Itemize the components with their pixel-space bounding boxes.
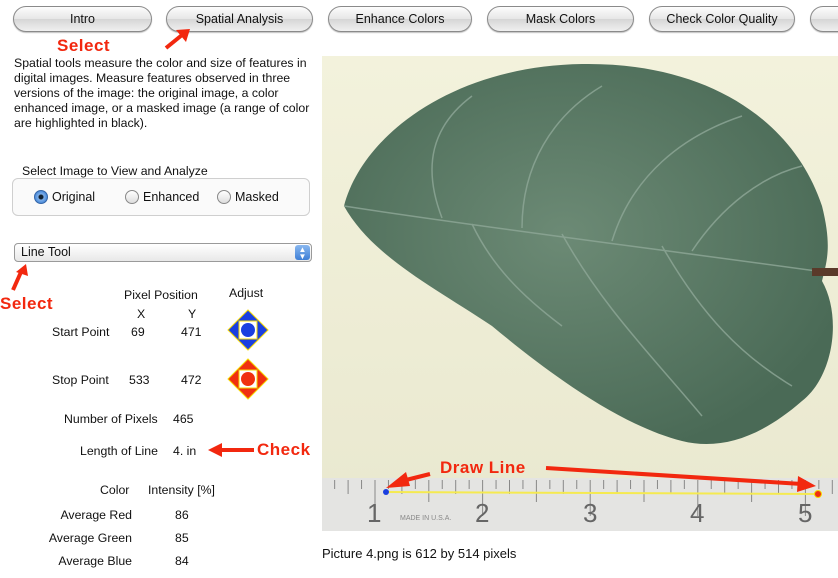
y-label: Y — [188, 307, 197, 321]
tab-more[interactable] — [810, 6, 838, 32]
start-point-label: Start Point — [52, 325, 110, 339]
radio-label: Original — [52, 190, 96, 204]
number-of-pixels-label: Number of Pixels — [64, 412, 158, 426]
length-of-line-label: Length of Line — [80, 444, 158, 458]
annotation-arrow-icon — [208, 443, 254, 457]
ruler-made-in-usa: MADE IN U.S.A. — [400, 515, 451, 522]
pixel-position-label: Pixel Position — [124, 288, 198, 302]
annotation-check: Check — [257, 440, 311, 459]
tab-intro[interactable]: Intro — [13, 6, 152, 32]
annotation-select-tab: Select — [57, 36, 111, 55]
radio-label: Masked — [235, 190, 279, 204]
annotation-arrow-icon — [164, 29, 190, 50]
average-green-label: Average Green — [48, 531, 132, 545]
image-select-group: Original Enhanced Masked — [12, 178, 310, 216]
radio-button[interactable] — [34, 190, 48, 204]
updown-arrows-icon: ▲ ▼ — [295, 245, 310, 261]
ruler-number: 1 — [367, 498, 381, 528]
tab-check-color-quality[interactable]: Check Color Quality — [649, 6, 795, 32]
average-blue-label: Average Blue — [58, 554, 132, 568]
ruler-number: 5 — [798, 498, 812, 528]
start-x-value: 69 — [131, 325, 145, 339]
image-select-label: Select Image to View and Analyze — [22, 164, 208, 178]
radio-button[interactable] — [217, 190, 231, 204]
radio-label: Enhanced — [143, 190, 200, 204]
average-red-value: 86 — [175, 508, 189, 522]
image-caption: Picture 4.png is 612 by 514 pixels — [322, 546, 517, 561]
number-of-pixels-value: 465 — [173, 412, 194, 426]
radio-original[interactable]: Original — [34, 190, 95, 204]
tool-select[interactable]: Line Tool ▲ ▼ — [14, 243, 312, 262]
radio-masked[interactable]: Masked — [217, 190, 279, 204]
leaf-stem — [812, 268, 838, 276]
stop-x-value: 533 — [129, 373, 150, 387]
annotation-select-tool: Select — [0, 294, 54, 313]
stop-y-value: 472 — [181, 373, 202, 387]
tab-enhance-colors[interactable]: Enhance Colors — [328, 6, 472, 32]
description-text: Spatial tools measure the color and size… — [14, 56, 310, 130]
x-label: X — [137, 307, 146, 321]
radio-button[interactable] — [125, 190, 139, 204]
average-blue-value: 84 — [175, 554, 189, 568]
length-of-line-value: 4. in — [173, 444, 197, 458]
color-label: Color — [100, 483, 130, 497]
stop-point-label: Stop Point — [52, 373, 109, 387]
adjust-stop-icon[interactable] — [227, 358, 269, 400]
start-y-value: 471 — [181, 325, 202, 339]
average-green-value: 85 — [175, 531, 189, 545]
radio-enhanced[interactable]: Enhanced — [125, 190, 199, 204]
intensity-label: Intensity [%] — [148, 483, 215, 497]
leaf-image[interactable]: 1 2 3 4 5 MADE IN U.S.A. Draw Line — [322, 56, 838, 531]
ruler-number: 4 — [690, 498, 704, 528]
stop-point-marker[interactable] — [814, 490, 822, 498]
average-red-label: Average Red — [60, 508, 132, 522]
ruler-number: 2 — [475, 498, 489, 528]
tab-mask-colors[interactable]: Mask Colors — [487, 6, 634, 32]
tool-select-value: Line Tool — [21, 245, 71, 259]
adjust-start-icon[interactable] — [227, 309, 269, 351]
annotation-arrow-icon — [11, 264, 28, 291]
annotation-draw-line: Draw Line — [440, 458, 526, 477]
ruler-number: 3 — [583, 498, 597, 528]
start-point-marker[interactable] — [383, 489, 389, 495]
adjust-label: Adjust — [229, 286, 264, 300]
